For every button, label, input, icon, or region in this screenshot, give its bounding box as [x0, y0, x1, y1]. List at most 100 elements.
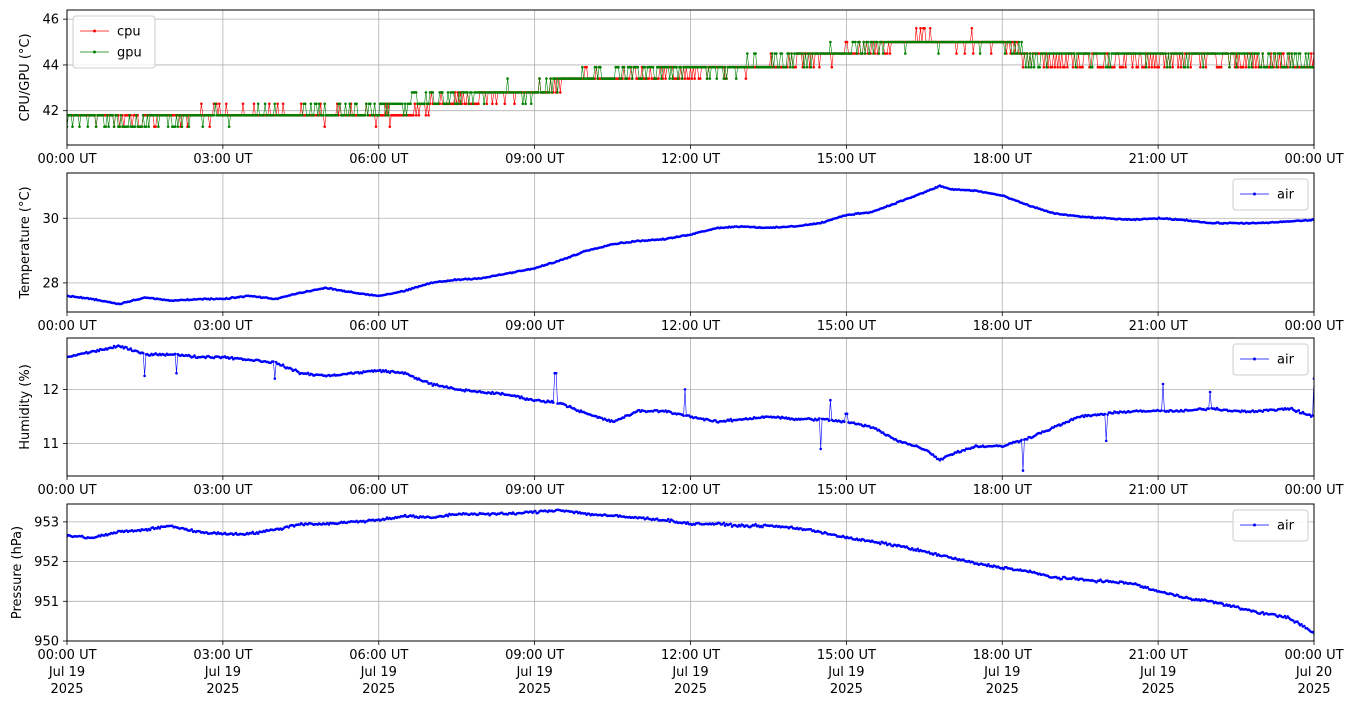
data-point [355, 102, 358, 106]
data-point [1032, 65, 1036, 69]
data-point [69, 114, 73, 117]
data-point [715, 77, 719, 80]
data-point [1020, 438, 1023, 442]
data-point [1071, 65, 1075, 69]
x-tick-label: 18:00 UT [973, 319, 1032, 334]
data-point [989, 52, 993, 55]
x-tick-label: 03:00 UT [193, 483, 252, 498]
data-point [1106, 65, 1109, 69]
legend-label: air [1277, 353, 1295, 368]
data-point [1035, 52, 1039, 55]
data-point [1201, 65, 1205, 69]
data-point [1023, 52, 1026, 55]
data-point [308, 114, 311, 117]
data-point [881, 52, 885, 55]
data-point [827, 52, 831, 55]
x-tick-date-label: Jul 19 [48, 665, 85, 680]
data-point [877, 52, 881, 55]
data-point [200, 114, 203, 117]
data-point [427, 102, 430, 106]
data-point [1250, 65, 1253, 69]
data-point [1171, 65, 1174, 69]
x-tick-label: 12:00 UT [661, 152, 720, 167]
y-axis-label: CPU/GPU (°C) [18, 33, 33, 121]
data-point [448, 102, 451, 106]
x-tick-label: 12:00 UT [661, 648, 720, 663]
x-tick-label: 03:00 UT [193, 648, 252, 663]
data-point [812, 65, 816, 69]
legend: air [1232, 509, 1309, 542]
data-point [664, 77, 667, 80]
data-point [849, 52, 853, 55]
data-point [445, 102, 448, 106]
data-point [366, 114, 370, 117]
x-tick-label: 12:00 UT [661, 483, 720, 498]
data-point [417, 114, 421, 117]
data-point [556, 91, 559, 94]
data-point [545, 77, 548, 80]
x-tick-date-label: Jul 19 [515, 665, 552, 680]
legend-label: air [1277, 519, 1295, 534]
data-point [690, 77, 694, 80]
x-tick-label: 15:00 UT [817, 152, 876, 167]
data-point [1228, 65, 1231, 69]
data-point [682, 414, 685, 418]
data-point [1027, 65, 1030, 69]
data-point [830, 65, 834, 69]
data-point [721, 65, 724, 69]
data-point [613, 77, 616, 80]
y-tick-label: 952 [34, 555, 59, 570]
data-point [1124, 65, 1127, 69]
data-point [1143, 52, 1147, 55]
data-point [1102, 65, 1105, 69]
x-tick-label: 12:00 UT [661, 319, 720, 334]
data-point [585, 65, 588, 69]
data-point [1291, 65, 1295, 69]
data-point [115, 114, 119, 117]
data-point [147, 125, 150, 128]
data-point [186, 114, 189, 117]
data-point [176, 125, 180, 128]
data-point [863, 52, 867, 55]
data-point [1271, 65, 1274, 69]
data-point [552, 401, 555, 404]
y-tick-label: 28 [42, 276, 59, 291]
data-point [596, 77, 599, 80]
data-point [155, 114, 159, 117]
data-point [791, 65, 795, 69]
data-point [365, 102, 368, 106]
data-point [464, 102, 468, 106]
data-point [915, 27, 918, 30]
data-point [1013, 40, 1016, 44]
data-point [128, 114, 131, 117]
data-point [1081, 65, 1084, 69]
x-tick-date-label: Jul 19 [1139, 665, 1176, 680]
data-point [1289, 65, 1292, 69]
data-point [805, 65, 809, 69]
data-point [808, 52, 811, 55]
data-point [1164, 52, 1167, 55]
data-point [1233, 52, 1237, 55]
data-point [71, 125, 74, 128]
data-point [1074, 65, 1077, 69]
data-point [622, 65, 626, 69]
data-point [1038, 65, 1041, 69]
data-point [668, 77, 671, 80]
data-point [263, 102, 267, 106]
data-point [76, 114, 80, 117]
x-tick-date-label: Jul 19 [360, 665, 397, 680]
x-tick-year-label: 2025 [50, 682, 83, 697]
data-point [884, 541, 888, 544]
data-point [1279, 52, 1282, 55]
x-tick-label: 06:00 UT [349, 648, 408, 663]
data-point [1012, 52, 1015, 55]
data-point [978, 52, 982, 55]
data-point [879, 542, 882, 546]
data-point [1002, 40, 1005, 44]
data-point [143, 374, 146, 378]
data-point [671, 77, 674, 80]
data-point [1161, 382, 1165, 386]
data-point [1121, 65, 1125, 69]
data-point [169, 114, 173, 117]
data-point [581, 65, 584, 69]
